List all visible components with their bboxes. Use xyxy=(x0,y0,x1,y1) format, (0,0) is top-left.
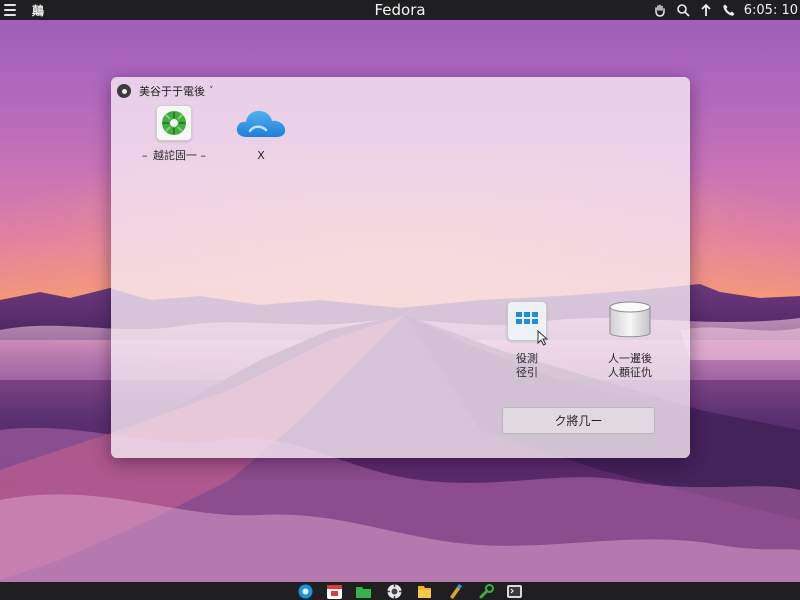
calendar-icon[interactable] xyxy=(326,583,343,600)
fedora-disk-icon xyxy=(156,105,192,141)
item-label: 人一暹後 人頵征仇 xyxy=(608,352,652,379)
activities-button[interactable]: 鷏 xyxy=(32,2,45,19)
hand-icon[interactable] xyxy=(652,2,668,18)
item-label: 役測 径引 xyxy=(516,352,538,379)
desktop-item-drive[interactable]: 人一暹後 人頵征仇 xyxy=(597,301,663,380)
desktop-item-cloud[interactable]: X xyxy=(231,101,291,163)
system-tray: 6:05: 10 xyxy=(652,0,798,20)
clock[interactable]: 6:05: 10 xyxy=(744,3,798,18)
settings-icon[interactable] xyxy=(386,583,403,600)
tools-icon[interactable] xyxy=(478,583,495,600)
desktop-item-installer[interactable]: 役測 径引 xyxy=(507,301,549,380)
terminal-icon[interactable] xyxy=(506,583,523,600)
action-button[interactable]: ク將几ー xyxy=(502,407,655,434)
item-label: X xyxy=(257,149,265,162)
folder-icon[interactable] xyxy=(416,583,433,600)
windows-installer-icon xyxy=(507,301,549,346)
desktop-item-fedora-disk[interactable]: – 越詑固一 – xyxy=(129,105,219,163)
chevron-down-icon[interactable]: ˅ xyxy=(209,86,214,96)
files-icon[interactable] xyxy=(355,583,372,600)
phone-icon[interactable] xyxy=(721,2,737,18)
cloud-icon xyxy=(236,110,286,137)
search-icon[interactable] xyxy=(675,2,691,18)
dock xyxy=(0,582,800,600)
hamburger-menu-icon[interactable] xyxy=(2,2,18,18)
paint-icon[interactable] xyxy=(447,583,464,600)
drive-icon xyxy=(609,301,651,338)
window-header: 美谷于于電後 ˅ xyxy=(117,83,214,99)
item-label: – 越詑固一 – xyxy=(142,149,206,162)
file-manager-window: 美谷于于電後 ˅ – 越詑固一 – X 役測 径引 人一暹後 人頵征仇 ク將几ー xyxy=(111,77,690,458)
window-title: 美谷于于電後 xyxy=(139,85,205,98)
app-menu-icon[interactable] xyxy=(117,84,131,98)
browser-icon[interactable] xyxy=(297,583,314,600)
top-panel: 鷏 Fedora 6:05: 10 xyxy=(0,0,800,20)
up-arrow-icon[interactable] xyxy=(698,2,714,18)
